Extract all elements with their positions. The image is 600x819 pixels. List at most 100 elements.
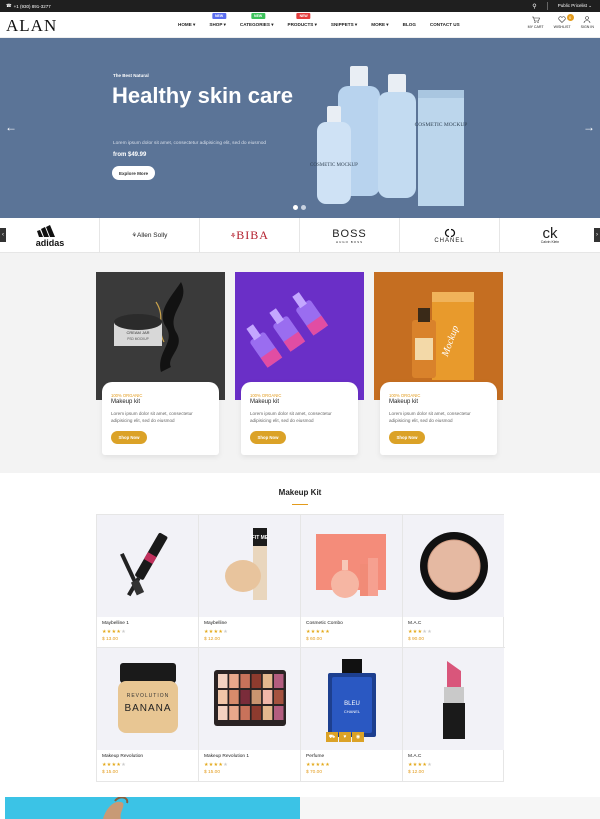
promo-image-cream: CREAM JAR PSD MOCKUP <box>96 272 225 400</box>
product-card[interactable]: Makeup Revolution 1 ★★★★★ $ 15.00 <box>199 648 301 781</box>
nav-label: MORE <box>371 22 386 27</box>
slider-dot[interactable] <box>293 205 298 210</box>
shop-now-button[interactable]: Shop Now <box>389 431 425 444</box>
signin-label: SIGN IN <box>580 25 594 29</box>
nav-label: SHOP <box>209 22 223 27</box>
brand-carousel: ‹ adidas ⚘ Allen Solly ⚘ BIBA BOSS HUGO … <box>0 218 600 253</box>
eye-icon[interactable]: ◉ <box>352 732 364 742</box>
eyeshadow-pan <box>228 706 239 720</box>
heart-icon[interactable]: ♥ <box>339 732 351 742</box>
shop-now-button[interactable]: Shop Now <box>111 431 147 444</box>
nav-snippets[interactable]: SNIPPETS ▾ <box>331 22 357 28</box>
nav-products[interactable]: NEW PRODUCTS ▾ <box>288 13 317 28</box>
box-label: COSMETIC MOCKUP <box>415 122 468 128</box>
nav-contact-us[interactable]: CONTACT US <box>430 22 460 28</box>
product-name[interactable]: Cosmetic Combo <box>306 621 343 626</box>
cosmetic-bottles-image: COSMETIC MOCKUP COSMETIC MOCKUP <box>310 66 468 206</box>
promo-tag: 100% ORGANIC <box>250 393 282 398</box>
perfume-label: BLEU <box>344 701 360 707</box>
product-name[interactable]: Makeup Revolution 1 <box>204 754 249 759</box>
product-name[interactable]: Perfume <box>306 754 324 759</box>
signin-button[interactable]: SIGN IN <box>581 16 594 29</box>
eyeshadow-pan <box>273 690 283 704</box>
slider-dots <box>293 205 306 210</box>
product-image[interactable] <box>403 648 504 750</box>
brand-adidas[interactable]: adidas <box>0 218 100 253</box>
explore-more-button[interactable]: Explore More <box>112 166 155 180</box>
nav-shop[interactable]: NEW SHOP ▾ <box>209 13 227 28</box>
brand-allen-solly[interactable]: ⚘ Allen Solly <box>100 218 200 253</box>
adidas-logo-icon: adidas <box>35 224 64 247</box>
phone-info: ☎ +1 (930) 891-3277 <box>6 3 51 9</box>
brand-next-arrow-icon[interactable]: › <box>594 228 600 242</box>
wishlist-button[interactable]: 0 WISHLIST <box>554 14 574 29</box>
search-icon[interactable]: ⚲ <box>532 3 536 10</box>
product-name[interactable]: M.A.C <box>408 621 421 626</box>
pricelist-dropdown[interactable]: Public Pricelist ⌄ <box>558 3 592 9</box>
product-price: $ 12.00 <box>408 770 425 775</box>
nav-more[interactable]: MORE ▾ <box>371 22 388 28</box>
product-image[interactable]: REVOLUTION BANANA <box>97 648 198 750</box>
eyeshadow-pan <box>273 674 283 688</box>
nav-home[interactable]: HOME ▾ <box>178 22 195 28</box>
nav-label: CONTACT US <box>429 22 460 27</box>
product-image[interactable]: FIT ME <box>199 515 300 617</box>
product-card[interactable]: Cosmetic Combo ★★★★★ $ 60.00 <box>301 515 403 648</box>
rating-stars: ★★★★★ <box>408 629 432 635</box>
nav-label: SNIPPETS <box>330 22 354 27</box>
eyeshadow-pan <box>239 674 250 688</box>
product-image[interactable] <box>301 515 402 617</box>
brand-name: BOSS <box>332 227 367 240</box>
star-empty-icon: ★ <box>427 762 432 768</box>
promo-image-mockup: Mockup <box>374 272 503 400</box>
brand-name: ck <box>542 225 558 242</box>
product-price: $ 90.00 <box>408 637 425 642</box>
product-card[interactable]: FIT ME Maybelline ★★★★★ $ 12.00 <box>199 515 301 648</box>
cart-button[interactable]: MY CART <box>528 16 544 29</box>
brand-chanel[interactable]: CHANEL <box>400 218 500 253</box>
product-card[interactable]: BLEU CHANEL Perfume ★★★★★ $ 70.00 <box>301 648 403 781</box>
product-price: $ 15.00 <box>204 770 221 775</box>
slider-prev-arrow-icon[interactable]: ← <box>5 120 17 134</box>
product-card[interactable]: M.A.C ★★★★★ $ 12.00 <box>403 648 505 781</box>
site-logo[interactable]: ALAN <box>6 16 57 36</box>
product-name[interactable]: Maybelline 1 <box>102 621 129 626</box>
foundation-icon: FIT ME <box>224 528 268 600</box>
rating-stars: ★★★★★ <box>306 762 330 768</box>
eyeshadow-pan <box>217 674 227 688</box>
product-image[interactable] <box>97 515 198 617</box>
product-price: $ 12.00 <box>204 637 221 642</box>
brand-biba[interactable]: ⚘ BIBA <box>200 218 300 253</box>
brand-calvin-klein[interactable]: ck Calvin Klein <box>500 218 600 253</box>
shop-now-button[interactable]: Shop Now <box>250 431 286 444</box>
nav-categories[interactable]: NEW CATEGORIES ▾ <box>240 13 274 28</box>
promo-tag: 100% ORGANIC <box>111 393 143 398</box>
promo-image-serum <box>235 272 364 400</box>
promo-title: Makeup kit <box>250 399 280 405</box>
main-header: ALAN HOME ▾ NEW SHOP ▾ NEW CATEGORIES ▾ NE… <box>0 12 600 38</box>
bottle-label: COSMETIC MOCKUP <box>310 163 358 168</box>
product-card[interactable]: M.A.C ★★★★★ $ 90.00 <box>403 515 505 648</box>
compact-powder-icon <box>419 532 488 600</box>
eyeshadow-pan <box>251 690 261 704</box>
chevron-down-icon: ⌄ <box>588 3 592 8</box>
cart-icon[interactable]: ⛟ <box>326 732 338 742</box>
product-image[interactable] <box>403 515 504 617</box>
slider-next-arrow-icon[interactable]: → <box>583 120 595 134</box>
mockup-box-image: Mockup <box>412 292 474 380</box>
promo-title: Makeup kit <box>111 399 141 405</box>
product-image[interactable] <box>199 648 300 750</box>
product-card[interactable]: REVOLUTION BANANA Makeup Revolution ★★★★… <box>97 648 199 781</box>
star-filled-icon: ★ <box>325 629 330 635</box>
product-name[interactable]: Maybelline <box>204 621 227 626</box>
brand-boss[interactable]: BOSS HUGO BOSS <box>300 218 400 253</box>
section-title: Makeup Kit <box>278 488 322 497</box>
product-card[interactable]: Maybelline 1 ★★★★★ $ 13.00 <box>97 515 199 648</box>
product-name[interactable]: Makeup Revolution <box>102 754 143 759</box>
rating-stars: ★★★★★ <box>408 762 432 768</box>
slider-dot[interactable] <box>301 205 306 210</box>
nav-blog[interactable]: BLOG <box>403 22 416 28</box>
brand-subtitle: Calvin Klein <box>540 240 560 244</box>
product-name[interactable]: M.A.C <box>408 754 421 759</box>
divider <box>546 2 548 10</box>
